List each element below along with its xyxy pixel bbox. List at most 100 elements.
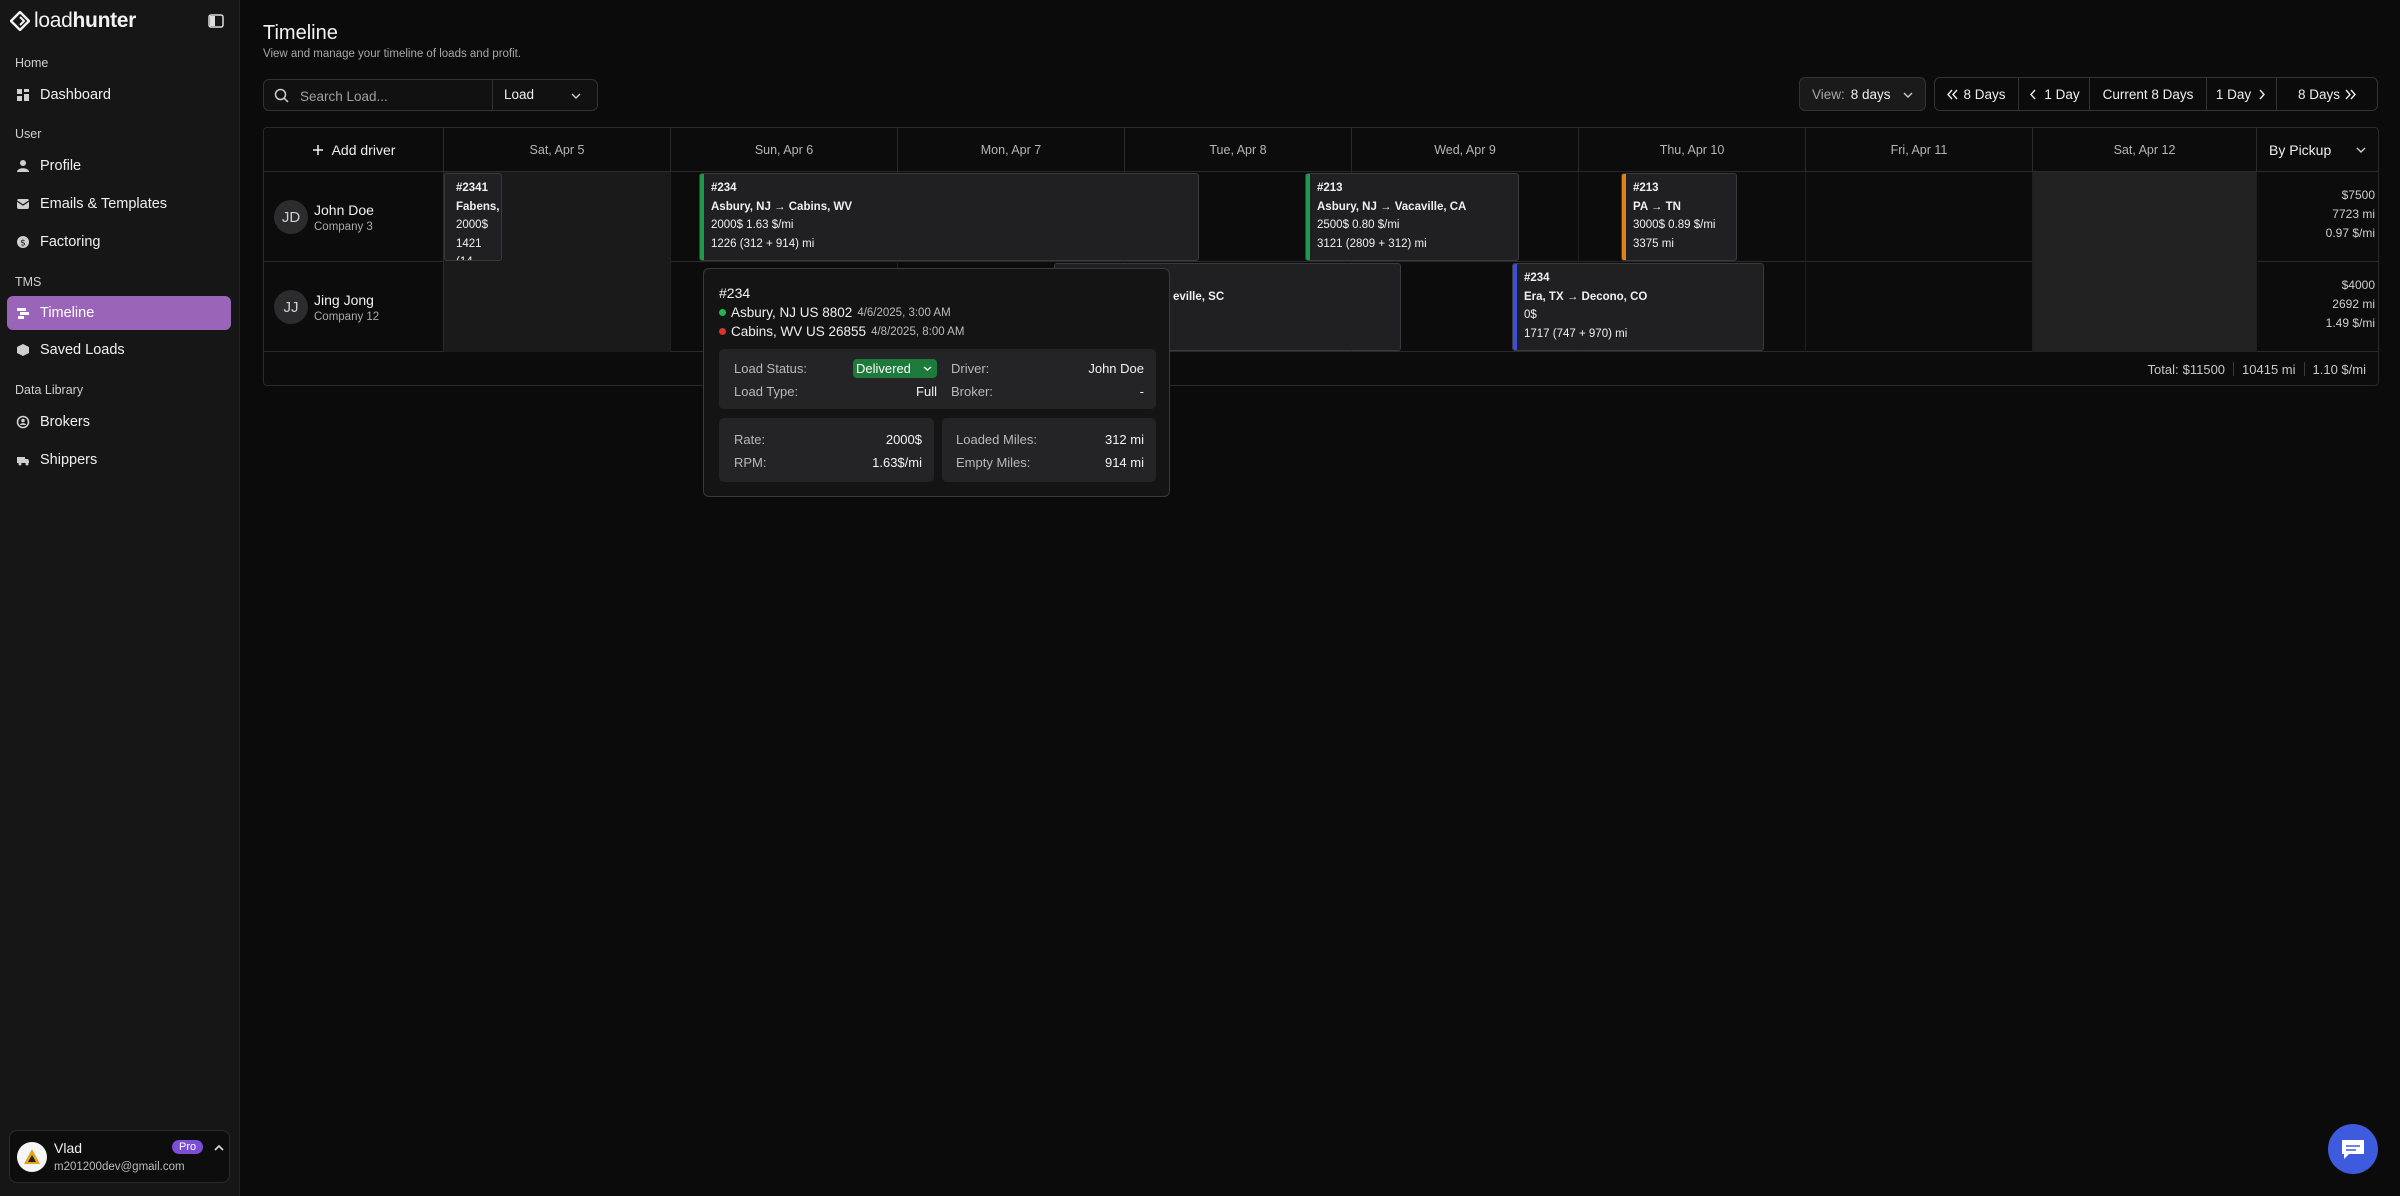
date-navigation: 8 Days 1 Day Current 8 Days 1 Day 8 Days — [1934, 77, 2378, 111]
sidebar-item-profile[interactable]: Profile — [7, 149, 231, 183]
broker-icon — [16, 415, 30, 429]
double-chevron-left-icon — [1947, 89, 1959, 99]
double-chevron-right-icon — [2345, 89, 2356, 99]
dollar-icon: $ — [17, 236, 29, 249]
pickup-time: 4/6/2025, 3:00 AM — [857, 306, 951, 319]
sidebar-item-shippers[interactable]: Shippers — [7, 443, 231, 477]
broker-value: - — [1139, 384, 1144, 399]
sidebar-item-brokers[interactable]: Brokers — [7, 405, 231, 439]
chat-button[interactable] — [2328, 1124, 2378, 1174]
user-icon — [17, 160, 29, 172]
sidebar-item-label: Saved Loads — [40, 342, 125, 358]
plan-badge: Pro — [172, 1140, 204, 1154]
sidebar: loadhunter Home Dashboard User Profile E… — [0, 0, 240, 1196]
load-card[interactable]: #234 Asbury, NJ → Cabins, WV 2000$ 1.63 … — [699, 173, 1199, 261]
view-label: View: — [1812, 86, 1845, 102]
pickup-stop: Asbury, NJ US 8802 4/6/2025, 3:00 AM — [719, 305, 951, 320]
load-card[interactable]: #213 Asbury, NJ → Vacaville, CA 2500$ 0.… — [1305, 173, 1519, 261]
sidebar-item-emails[interactable]: Emails & Templates — [7, 187, 231, 221]
current-8-days-button[interactable]: Current 8 Days — [2090, 78, 2207, 110]
sidebar-item-timeline[interactable]: Timeline — [7, 296, 231, 330]
load-card[interactable]: #213 PA → TN 3000$ 0.89 $/mi 3375 mi — [1621, 173, 1737, 261]
tooltip-load-id: #234 — [719, 285, 751, 301]
sidebar-item-dashboard[interactable]: Dashboard — [7, 78, 231, 112]
search-type-select[interactable]: Load — [504, 87, 534, 102]
nav-group-data-library: Data Library — [15, 383, 84, 397]
search-icon — [274, 88, 289, 103]
driver-summary: $4000 2692 mi 1.49 $/mi — [2257, 276, 2375, 333]
back-8-days-label: 8 Days — [1963, 86, 2006, 102]
chevron-up-icon — [214, 1144, 224, 1151]
chevron-down-icon[interactable] — [571, 91, 581, 101]
user-name: Vlad — [54, 1140, 83, 1156]
day-cell[interactable] — [1806, 262, 2033, 352]
load-card[interactable]: #2341 Fabens, 2000$ 1421 (14 — [444, 173, 502, 261]
search-input[interactable] — [300, 86, 490, 106]
day-cell[interactable] — [2033, 172, 2257, 262]
day-header: Fri, Apr 11 — [1806, 128, 2033, 172]
dashboard-icon — [17, 89, 29, 101]
day-header: Tue, Apr 8 — [1125, 128, 1352, 172]
load-rate: 2000$ — [456, 219, 488, 231]
sidebar-item-label: Emails & Templates — [40, 196, 168, 212]
back-1-day-button[interactable]: 1 Day — [2019, 78, 2090, 110]
current-8-days-label: Current 8 Days — [2102, 86, 2194, 102]
load-route: PA → TN — [1633, 200, 1681, 213]
day-cell[interactable] — [1806, 172, 2033, 262]
avatar: JJ — [274, 290, 308, 324]
sidebar-item-label: Factoring — [40, 234, 101, 250]
view-value: 8 days — [1850, 86, 1891, 102]
logo[interactable]: loadhunter — [10, 9, 137, 32]
status-bar — [1622, 174, 1626, 260]
add-driver-button[interactable]: Add driver — [264, 128, 444, 172]
label: Load Type: — [734, 384, 799, 399]
user-menu[interactable]: Vlad Pro m201200dev@gmail.com — [9, 1130, 230, 1183]
day-header: Thu, Apr 10 — [1579, 128, 1806, 172]
summary-rpm: 0.97 $/mi — [2325, 226, 2375, 240]
status-badge[interactable]: Delivered — [853, 359, 937, 378]
forward-8-days-button[interactable]: 8 Days — [2277, 78, 2377, 110]
sort-select[interactable]: By Pickup — [2257, 128, 2378, 172]
brand-bold: hunter — [72, 9, 137, 32]
label: Load Status: — [734, 361, 807, 376]
load-route: Era, TX → Decono, CO — [1524, 290, 1648, 303]
sidebar-item-label: Timeline — [40, 305, 95, 321]
dropoff-stop: Cabins, WV US 26855 4/8/2025, 8:00 AM — [719, 324, 964, 339]
chevron-right-icon — [2259, 89, 2266, 99]
mail-icon — [16, 199, 30, 209]
load-card[interactable]: #234 Era, TX → Decono, CO 0$ 1717 (747 +… — [1512, 263, 1764, 351]
driver-row: JD John Doe Company 3 #2341 Fabens, 2000… — [264, 172, 2378, 262]
day-cell[interactable] — [2033, 262, 2257, 352]
nav-group-user: User — [15, 127, 42, 141]
forward-1-day-button[interactable]: 1 Day — [2207, 78, 2277, 110]
sidebar-toggle-icon[interactable] — [207, 12, 225, 30]
chat-icon — [2342, 1140, 2364, 1159]
miles-panel: Loaded Miles: 312 mi Empty Miles: 914 mi — [942, 418, 1156, 482]
driver-cell[interactable]: JD John Doe Company 3 — [264, 172, 444, 262]
day-header: Sun, Apr 6 — [671, 128, 898, 172]
load-miles: 1421 (14 — [456, 237, 482, 261]
timeline-header: Add driver Sat, Apr 5 Sun, Apr 6 Mon, Ap… — [264, 128, 2378, 172]
sidebar-item-saved-loads[interactable]: Saved Loads — [7, 333, 231, 367]
load-route: Asbury, NJ → Cabins, WV — [711, 200, 853, 213]
view-select[interactable]: View: 8 days — [1799, 77, 1926, 111]
day-cell[interactable] — [444, 262, 671, 352]
summary-profit: $7500 — [2341, 188, 2375, 202]
load-type-value: Full — [916, 384, 937, 399]
back-8-days-button[interactable]: 8 Days — [1935, 78, 2019, 110]
driver-cell[interactable]: JJ Jing Jong Company 12 — [264, 262, 444, 352]
chevron-down-icon — [2356, 147, 2366, 153]
sidebar-item-factoring[interactable]: $ Factoring — [7, 225, 231, 259]
label: Rate: — [734, 432, 766, 447]
day-header: Sat, Apr 12 — [2033, 128, 2257, 172]
load-rate: 2500$ 0.80 $/mi — [1317, 219, 1400, 231]
status-bar — [1513, 264, 1517, 350]
plus-icon — [312, 145, 323, 155]
load-miles: 3375 mi — [1633, 237, 1674, 250]
sort-label: By Pickup — [2269, 142, 2332, 158]
load-rate: 2000$ 1.63 $/mi — [711, 219, 794, 231]
load-route: Asbury, NJ → Vacaville, CA — [1317, 200, 1467, 213]
search-divider — [492, 80, 493, 110]
load-miles: 3121 (2809 + 312) mi — [1317, 237, 1427, 250]
driver-value: John Doe — [1088, 361, 1144, 376]
